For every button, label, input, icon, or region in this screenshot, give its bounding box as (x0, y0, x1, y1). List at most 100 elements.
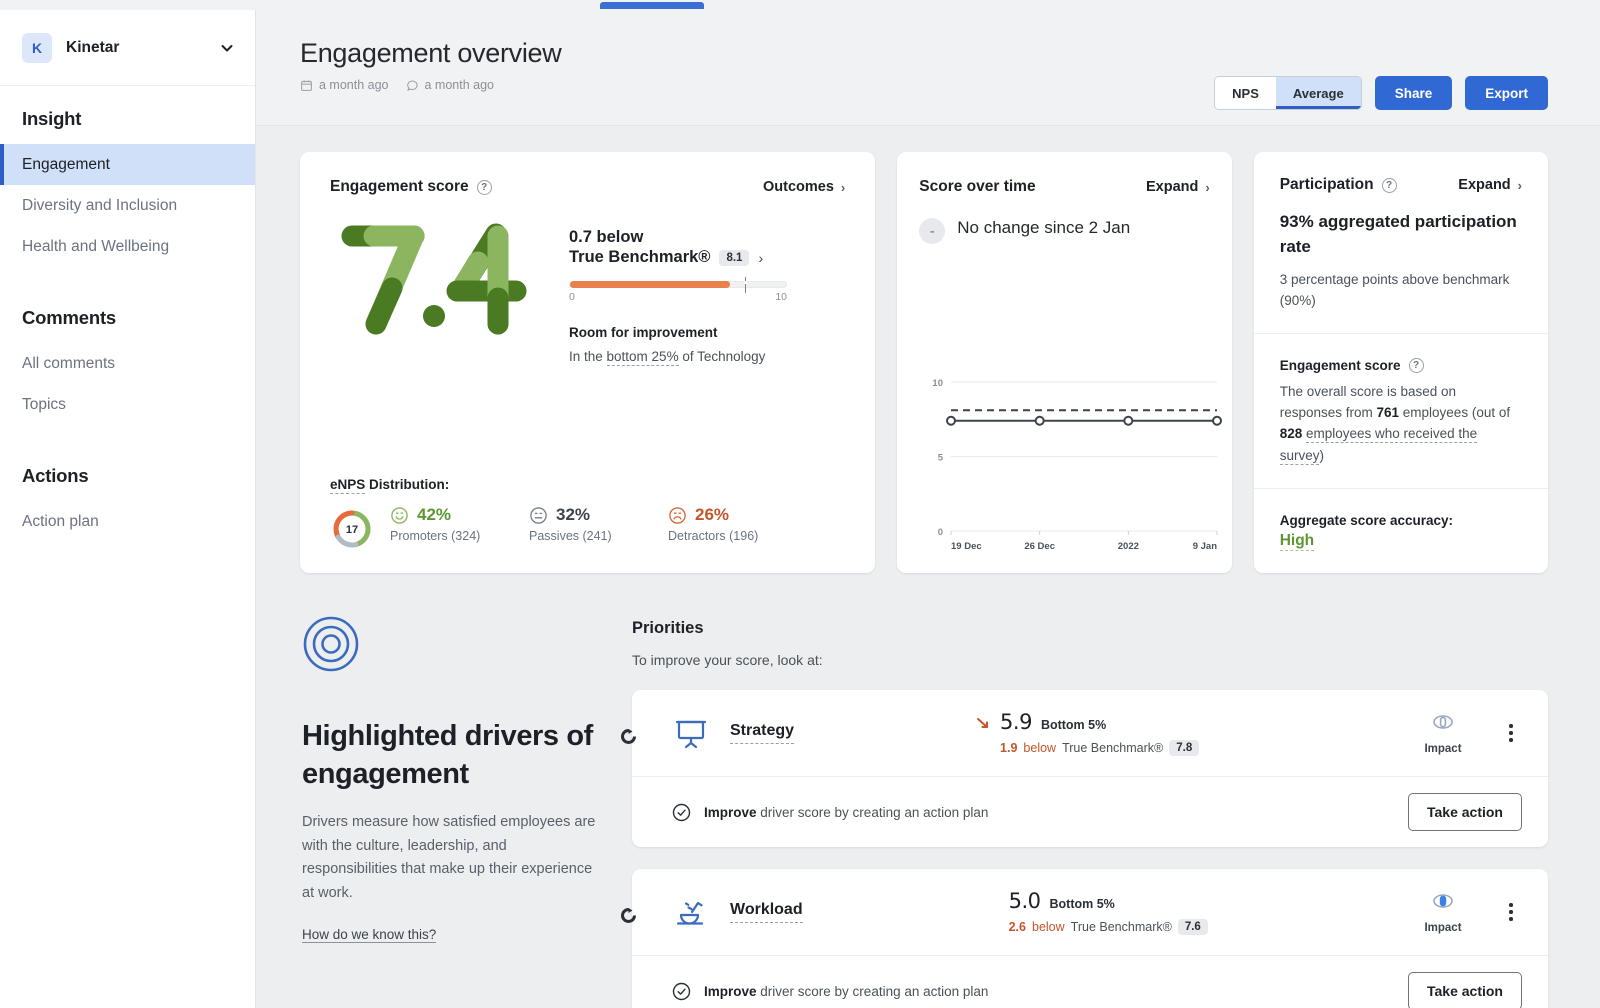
driver-rank: Bottom 5% (1040, 718, 1107, 733)
impact-indicator-workload[interactable]: Impact (1400, 891, 1486, 934)
sidebar-item-label: Engagement (22, 155, 110, 173)
svg-text:26 Dec: 26 Dec (1025, 541, 1056, 552)
impact-indicator-strategy[interactable]: Impact (1400, 712, 1486, 755)
driver-benchmark-name: True Benchmark® (1062, 741, 1164, 756)
outcomes-link-label: Outcomes (763, 179, 834, 195)
meta-text: a month ago (424, 78, 495, 92)
enps-abbr[interactable]: eNPS (330, 477, 366, 495)
sidebar-item-all-comments[interactable]: All comments (0, 343, 255, 384)
participation-sub: 3 percentage points above benchmark (90%… (1279, 272, 1510, 308)
impact-icon (1433, 714, 1453, 729)
drivers-paragraph: Drivers measure how satisfied employees … (302, 814, 596, 901)
priorities-sub: To improve your score, look at: (632, 652, 823, 669)
svg-text:0: 0 (938, 527, 943, 538)
sidebar-item-topics[interactable]: Topics (0, 384, 255, 425)
enps-promoters-label: Promoters (324) (390, 529, 481, 544)
benchmark-slider: 0 10 (569, 277, 787, 303)
active-browser-tab[interactable] (600, 2, 704, 9)
score-change-summary: - No change since 2 Jan (919, 216, 1209, 244)
org-name: Kinetar (66, 38, 120, 56)
chevron-down-icon (221, 44, 233, 51)
svg-text:10: 10 (933, 378, 944, 389)
score-over-time-card: Score over time Expand › - No change sinc… (897, 152, 1232, 574)
help-icon[interactable]: ? (476, 179, 492, 195)
room-for-improvement-title: Room for improvement (569, 325, 718, 341)
sidebar-item-label: All comments (22, 354, 116, 372)
help-icon[interactable]: ? (1381, 177, 1397, 193)
accuracy-section: Aggregate score accuracy: High (1253, 488, 1548, 573)
driver-more-menu-button[interactable] (1500, 903, 1522, 921)
enps-distribution: 17 42% Promoters (324) 32% Passives (241… (330, 505, 845, 551)
svg-text:9 Jan: 9 Jan (1193, 541, 1217, 552)
chevron-right-icon[interactable]: › (758, 250, 763, 266)
driver-benchmark-name: True Benchmark® (1070, 920, 1172, 935)
header-actions: NPS Average Share Export (1214, 76, 1548, 110)
segment-average[interactable]: Average (1275, 77, 1361, 109)
svg-text:19 Dec: 19 Dec (951, 541, 982, 552)
org-switcher[interactable]: K Kinetar (0, 10, 255, 86)
driver-benchmark-line: 2.6 below True Benchmark® 7.6 (1009, 919, 1208, 936)
sidebar-nav: Insight Engagement Diversity and Inclusi… (0, 86, 255, 542)
info-text-2: employees (out of (1399, 405, 1511, 421)
expand-participation-link[interactable]: Expand › (1458, 177, 1522, 193)
expand-score-over-time-link[interactable]: Expand › (1146, 179, 1210, 195)
card-title: Engagement score ? (330, 178, 492, 196)
info-text-3: ) (1319, 447, 1324, 463)
driver-benchmark-value: 7.8 (1169, 740, 1200, 757)
driver-row-workload: Workload 5.0 Bottom 5% 2.6 below True Be… (621, 869, 1548, 1008)
page-title: Engagement overview (300, 38, 562, 68)
share-button[interactable]: Share (1374, 76, 1453, 110)
room-sub-emphasis[interactable]: bottom 25% (606, 349, 679, 367)
score-over-time-chart: 0 5 10 19 Dec 26 Dec 2022 9 Jan (915, 374, 1225, 559)
room-sub-post: of Technology (678, 349, 766, 365)
driver-summary[interactable]: Workload 5.0 Bottom 5% 2.6 below True Be… (632, 869, 1548, 955)
main-content: Engagement overview a month ago a month … (256, 0, 1600, 1008)
action-text-rest: driver score by creating an action plan (756, 804, 989, 820)
driver-marker-icon (621, 729, 636, 745)
sidebar: K Kinetar Insight Engagement Diversity a… (0, 0, 256, 1008)
sidebar-item-label: Action plan (22, 512, 99, 530)
chevron-right-icon: › (1517, 177, 1522, 193)
enps-title-rest: Distribution: (365, 477, 450, 493)
driver-name[interactable]: Workload (730, 901, 803, 924)
outcomes-link[interactable]: Outcomes › (763, 179, 845, 195)
slider-ticks: 0 10 (569, 291, 787, 303)
survey-recipients-link[interactable]: employees who received the survey (1279, 426, 1478, 465)
frown-icon (669, 506, 686, 524)
enps-promoters-top: 42% (390, 505, 529, 525)
engagement-score-info-label: Engagement score (1279, 357, 1401, 373)
app-root: K Kinetar Insight Engagement Diversity a… (0, 0, 1600, 1008)
participation-headline: 93% aggregated participation rate (1279, 212, 1517, 256)
how-do-we-know-link[interactable]: How do we know this? (302, 927, 437, 944)
sidebar-item-engagement[interactable]: Engagement (0, 144, 255, 185)
driver-summary[interactable]: Strategy 5.9 Bottom 5% 1.9 below True Be… (632, 690, 1548, 776)
take-action-button[interactable]: Take action (1408, 793, 1522, 832)
driver-action-bar: Improve driver score by creating an acti… (632, 776, 1548, 847)
driver-action-text: Improve driver score by creating an acti… (704, 984, 1408, 999)
driver-more-menu-button[interactable] (1500, 724, 1522, 742)
accuracy-value: High (1279, 532, 1315, 552)
accuracy-title: Aggregate score accuracy: (1279, 513, 1454, 529)
sidebar-item-diversity-and-inclusion[interactable]: Diversity and Inclusion (0, 185, 255, 226)
export-button[interactable]: Export (1465, 76, 1548, 110)
engagement-score-info-section: Engagement score ? The overall score is … (1253, 332, 1548, 488)
sidebar-item-health-and-wellbeing[interactable]: Health and Wellbeing (0, 226, 255, 267)
engagement-score-card: Engagement score ? Outcomes › 0.7 below … (300, 152, 876, 574)
action-text-bold: Improve (704, 804, 757, 820)
card-title-text: Participation (1279, 176, 1374, 193)
sidebar-item-action-plan[interactable]: Action plan (0, 501, 255, 542)
enps-passives-pct: 32% (556, 505, 591, 525)
meta-survey-date: a month ago (300, 78, 389, 92)
benchmark-delta: 0.7 below (569, 228, 644, 246)
segment-nps[interactable]: NPS (1215, 77, 1276, 109)
svg-text:5: 5 (938, 453, 944, 464)
browser-tab-strip (0, 0, 1600, 10)
driver-name[interactable]: Strategy (730, 722, 795, 745)
take-action-button[interactable]: Take action (1408, 972, 1522, 1008)
driver-marker-icon (621, 908, 636, 924)
page-header: Engagement overview a month ago a month … (256, 10, 1600, 126)
driver-score-line: 5.9 Bottom 5% (1000, 710, 1199, 734)
room-sub-pre: In the (569, 349, 607, 365)
help-icon[interactable]: ? (1408, 357, 1424, 373)
enps-detractors-pct: 26% (695, 505, 730, 525)
